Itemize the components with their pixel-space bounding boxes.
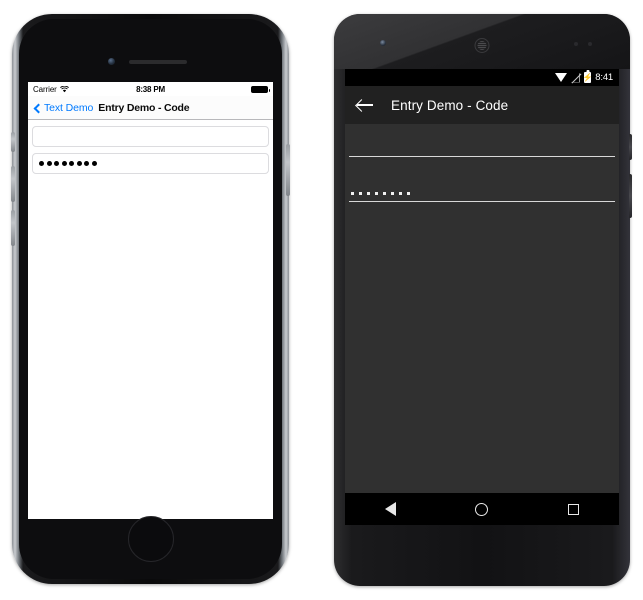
earpiece-speaker-icon <box>129 60 187 64</box>
android-clock: 8:41 <box>595 72 613 83</box>
page-title: Entry Demo - Code <box>98 101 190 114</box>
charging-bolt-icon: ⚡ <box>582 72 593 82</box>
ios-mute-switch[interactable] <box>11 132 15 152</box>
android-content-area <box>345 124 619 525</box>
ios-volume-up-button[interactable] <box>11 166 15 202</box>
proximity-sensor-icon <box>574 42 578 46</box>
chevron-left-icon <box>33 104 41 112</box>
wifi-icon <box>59 85 69 92</box>
battery-charging-icon: ⚡ <box>582 72 593 83</box>
android-app-bar: Entry Demo - Code <box>345 86 619 124</box>
ios-text-entry[interactable] <box>32 126 269 147</box>
ios-status-right <box>251 85 270 93</box>
ios-device: Carrier 8:38 PM Text Demo Entry Demo - C… <box>11 14 290 584</box>
ios-screen: Carrier 8:38 PM Text Demo Entry Demo - C… <box>28 82 273 519</box>
android-device: ⚡ 8:41 Entry Demo - Code <box>334 14 632 586</box>
android-status-bar: ⚡ 8:41 <box>345 69 619 86</box>
wifi-icon <box>555 73 568 82</box>
ios-volume-down-button[interactable] <box>11 210 15 246</box>
ios-content-area <box>28 120 273 519</box>
android-navigation-bar <box>345 493 619 525</box>
ios-back-button[interactable]: Text Demo <box>33 102 93 114</box>
ios-navigation-bar: Text Demo Entry Demo - Code <box>28 96 273 120</box>
battery-full-icon <box>251 85 270 93</box>
android-volume-button[interactable] <box>629 174 632 218</box>
ios-power-button[interactable] <box>286 144 290 196</box>
ios-carrier-label: Carrier <box>33 84 57 94</box>
front-camera-icon <box>380 40 386 46</box>
android-screen: ⚡ 8:41 Entry Demo - Code <box>345 69 619 525</box>
arrow-back-icon[interactable] <box>357 98 373 112</box>
page-title: Entry Demo - Code <box>391 97 509 113</box>
ios-status-bar: Carrier 8:38 PM <box>28 82 273 96</box>
ios-clock: 8:38 PM <box>136 84 165 94</box>
earpiece-speaker-icon <box>474 38 490 53</box>
ios-password-entry[interactable] <box>32 153 269 174</box>
ios-password-dots <box>39 161 97 166</box>
front-camera-icon <box>108 58 115 65</box>
nav-recents-icon[interactable] <box>568 503 580 515</box>
ios-back-button-label: Text Demo <box>44 101 94 114</box>
android-top-bezel <box>334 14 630 69</box>
no-signal-icon <box>571 73 580 83</box>
android-password-entry[interactable] <box>349 169 615 202</box>
android-password-dots <box>351 192 410 197</box>
android-power-button[interactable] <box>629 134 632 160</box>
light-sensor-icon <box>588 42 592 46</box>
nav-back-icon[interactable] <box>384 502 396 516</box>
nav-home-icon[interactable] <box>475 502 489 516</box>
android-text-entry[interactable] <box>349 124 615 157</box>
ios-status-left: Carrier <box>33 85 69 94</box>
home-button-icon[interactable] <box>127 516 174 562</box>
